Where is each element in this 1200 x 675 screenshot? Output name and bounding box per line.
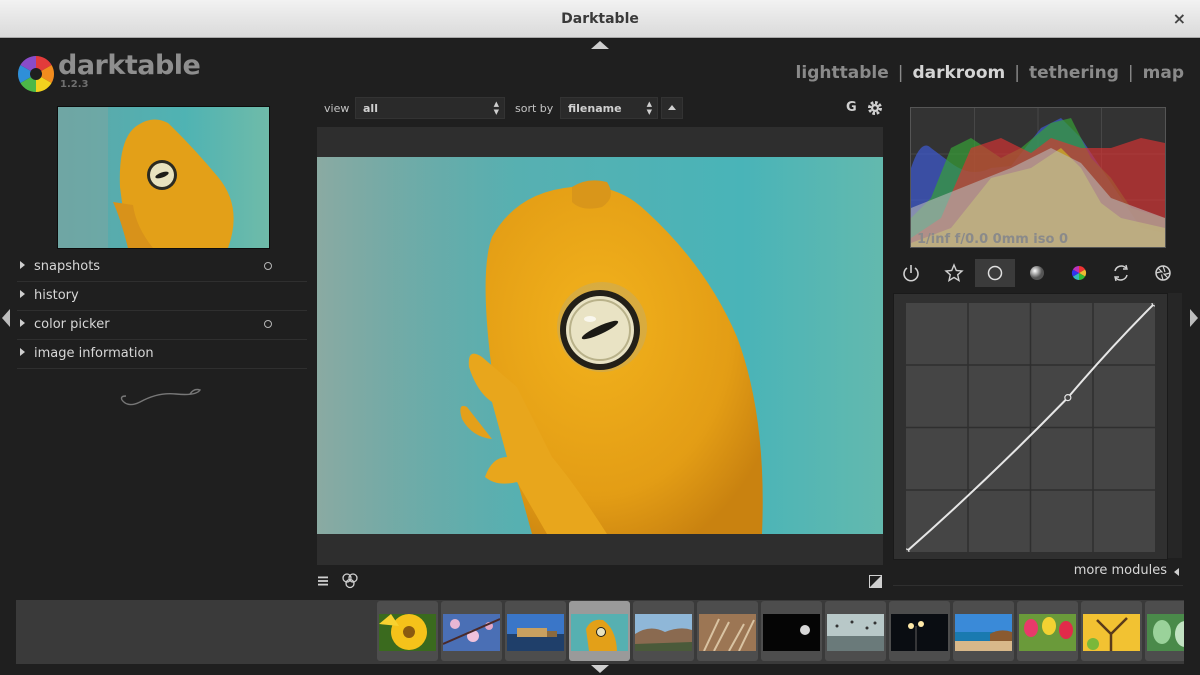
film-thumb-sunflower[interactable] [377,601,438,661]
view-darkroom[interactable]: darkroom [912,63,1005,83]
gear-icon[interactable] [866,99,884,117]
histogram[interactable]: 1/inf f/0.0 0mm iso 0 [910,107,1166,248]
main-photo[interactable] [317,157,883,534]
right-panel-scrollbar[interactable] [1168,293,1182,558]
view-tethering[interactable]: tethering [1029,63,1119,83]
navigation-thumbnail[interactable] [57,106,270,249]
film-thumb-coast-castle[interactable] [505,601,566,661]
module-snapshots[interactable]: snapshots [17,253,307,282]
expand-triangle-icon [20,290,25,298]
tone-curve-editor[interactable] [893,293,1168,560]
overexposed-indicator-icon[interactable] [869,575,882,588]
module-label: snapshots [34,259,101,274]
color-wheel-icon[interactable] [1059,259,1099,287]
close-icon[interactable]: × [1173,9,1186,28]
sort-label: sort by [515,102,554,115]
view-filter-value: all [363,102,378,115]
reset-icon[interactable] [264,320,272,328]
module-groups [893,259,1183,287]
exif-info: 1/inf f/0.0 0mm iso 0 [917,232,1069,247]
view-separator: | [1014,63,1020,83]
sort-by-combo[interactable]: filename ▲ ▼ [560,97,658,119]
view-map[interactable]: map [1143,63,1184,83]
module-image-information[interactable]: image information [17,340,307,369]
grouping-button[interactable]: G [846,100,857,115]
expand-triangle-icon [20,348,25,356]
sort-direction-icon[interactable] [661,97,683,119]
basic-circle-icon[interactable] [975,259,1015,287]
tone-curve-graph [906,303,1155,552]
film-thumb-street-lamp[interactable] [889,601,950,661]
expand-triangle-icon [20,261,25,269]
styles-icon[interactable] [342,572,358,589]
updown-icon: ▲ ▼ [646,100,652,116]
histogram-graph [911,108,1165,247]
reset-icon[interactable] [264,262,272,270]
darkroom-app: darktable 1.2.3 lighttable | darkroom | teth… [0,39,1200,675]
app-version: 1.2.3 [60,79,89,90]
updown-icon: ▲ ▼ [493,100,499,116]
film-thumb-tulips[interactable] [1017,601,1078,661]
module-history[interactable]: history [17,282,307,311]
view-lighttable[interactable]: lighttable [796,63,889,83]
image-canvas[interactable] [317,127,883,565]
film-thumb-beach[interactable] [953,601,1014,661]
view-separator: | [1127,63,1134,83]
effect-aperture-icon[interactable] [1143,259,1183,287]
app-name: darktable [58,50,201,81]
film-thumb-birds[interactable] [825,601,886,661]
view-label: view [324,102,350,115]
presets-menu-icon[interactable] [317,575,329,587]
film-thumb-grass[interactable] [697,601,758,661]
view-separator: | [897,63,904,83]
collapse-left-panel-arrow-icon[interactable] [2,309,10,327]
window-title: Darktable [561,11,639,27]
favorite-star-icon[interactable] [935,259,975,287]
more-modules-button[interactable]: more modules [893,561,1183,586]
collapse-triangle-icon [1174,568,1179,576]
curve-node [1064,394,1072,402]
film-thumb-autumn-tree[interactable] [1081,601,1142,661]
film-thumb-moon[interactable] [761,601,822,661]
darktable-logo-icon [17,55,55,93]
sort-by-value: filename [568,102,622,115]
tone-gradient-icon[interactable] [1017,259,1057,287]
module-label: color picker [34,317,110,332]
view-switcher: lighttable | darkroom | tethering | map [796,63,1184,83]
collapse-right-panel-arrow-icon[interactable] [1190,309,1198,327]
view-filter-combo[interactable]: all ▲ ▼ [355,97,505,119]
more-modules-label: more modules [1073,563,1167,578]
film-thumb-frog[interactable] [569,601,630,661]
panel-end-flourish-icon [120,388,202,406]
film-thumb-canyon[interactable] [633,601,694,661]
window-titlebar: Darktable × [0,0,1200,38]
module-color-picker[interactable]: color picker [17,311,307,340]
correct-rotate-icon[interactable] [1101,259,1141,287]
power-icon[interactable] [893,259,933,287]
film-thumb-leaves[interactable] [1145,601,1184,661]
film-thumb-blossoms[interactable] [441,601,502,661]
filmstrip[interactable] [16,600,1184,664]
expand-triangle-icon [20,319,25,327]
bottom-toolbar [317,572,883,594]
collapse-top-panel-arrow-icon[interactable] [591,41,609,49]
module-label: image information [34,346,154,361]
collapse-bottom-panel-arrow-icon[interactable] [591,665,609,673]
top-toolbar: view all ▲ ▼ sort by filename ▲ ▼ G [318,96,883,120]
module-label: history [34,288,79,303]
